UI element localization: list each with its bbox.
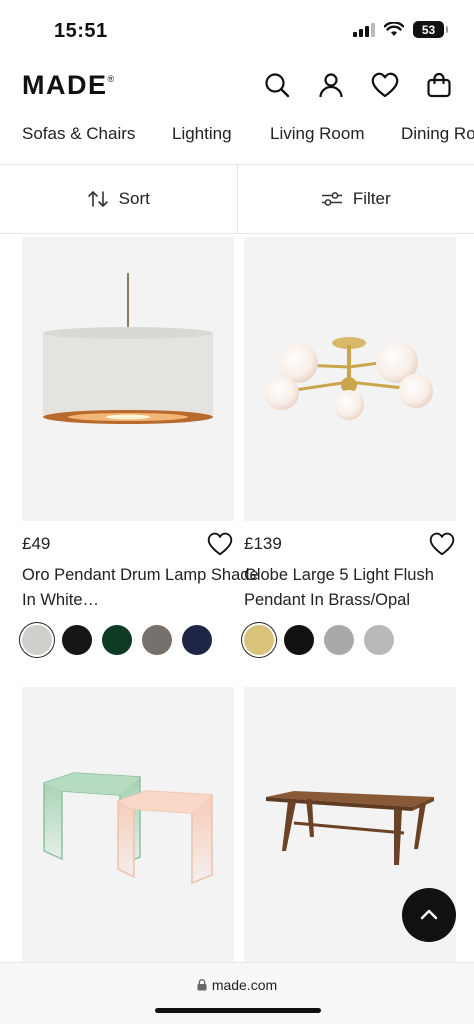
product-image-globe-pendant[interactable] <box>244 237 456 521</box>
swatch[interactable] <box>284 625 314 655</box>
browser-bottom-bar: made.com <box>0 962 474 1024</box>
nav-item-living-room[interactable]: Living Room <box>270 124 365 144</box>
status-bar: 15:51 53 <box>0 0 474 60</box>
nav-item-lighting[interactable]: Lighting <box>172 124 232 144</box>
url-text: made.com <box>211 977 278 993</box>
product-grid: £49 Oro Pendant Drum Lamp Shade In White… <box>0 234 474 964</box>
swatch[interactable] <box>142 625 172 655</box>
sort-filter-bar: Sort Filter <box>0 164 474 234</box>
sort-button[interactable]: Sort <box>0 165 237 233</box>
registered-mark: ® <box>107 74 115 84</box>
swatch[interactable] <box>324 625 354 655</box>
status-time: 15:51 <box>54 20 108 42</box>
status-icons: 53 <box>353 21 448 38</box>
filter-label: Filter <box>352 189 391 208</box>
made-logo[interactable]: MADE® <box>22 70 114 101</box>
nav-item-sofas-chairs[interactable]: Sofas & Chairs <box>22 124 135 144</box>
battery-level: 53 <box>421 22 436 37</box>
category-nav: Sofas & Chairs Lighting Living Room Dini… <box>0 124 474 154</box>
swatch[interactable] <box>22 625 52 655</box>
scroll-to-top-button[interactable] <box>402 888 456 942</box>
lock-icon <box>197 978 207 994</box>
product-image-nesting-tables[interactable] <box>22 687 234 964</box>
header-actions <box>260 68 456 102</box>
swatch[interactable] <box>102 625 132 655</box>
logo-text: MADE <box>22 70 108 100</box>
site-header: MADE® <box>0 62 474 112</box>
sort-arrows-icon <box>87 191 108 207</box>
product-title[interactable]: Globe Large 5 Light Flush Pendant In Bra… <box>244 563 456 613</box>
wishlist-heart-icon[interactable] <box>428 531 456 557</box>
product-title[interactable]: Oro Pendant Drum Lamp Shade In White… <box>22 563 262 613</box>
filter-sliders-icon <box>321 192 342 206</box>
swatch[interactable] <box>364 625 394 655</box>
colour-swatches <box>22 625 234 655</box>
swatch[interactable] <box>244 625 274 655</box>
sort-label: Sort <box>118 189 150 208</box>
product-card[interactable]: £139 Globe Large 5 Light Flush Pendant I… <box>244 237 456 655</box>
product-card[interactable]: £49 Oro Pendant Drum Lamp Shade In White… <box>22 237 259 655</box>
wishlist-heart-icon[interactable] <box>368 68 402 102</box>
product-image-drum-pendant[interactable] <box>22 237 234 521</box>
account-icon[interactable] <box>314 68 348 102</box>
search-icon[interactable] <box>260 68 294 102</box>
filter-button[interactable]: Filter <box>236 165 474 233</box>
nav-item-dining-room[interactable]: Dining Room <box>401 124 474 144</box>
wishlist-heart-icon[interactable] <box>206 531 234 557</box>
product-card[interactable] <box>22 687 234 964</box>
chevron-up-icon <box>420 909 438 920</box>
cellular-signal-icon <box>353 22 375 37</box>
shopping-bag-icon[interactable] <box>422 68 456 102</box>
swatch[interactable] <box>62 625 92 655</box>
address-bar[interactable]: made.com <box>0 977 474 994</box>
home-indicator[interactable] <box>155 1008 321 1013</box>
product-price: £139 <box>244 534 282 553</box>
battery-icon: 53 <box>413 21 448 38</box>
wifi-icon <box>384 22 404 36</box>
colour-swatches <box>244 625 456 655</box>
swatch[interactable] <box>182 625 212 655</box>
product-price: £49 <box>22 534 51 553</box>
